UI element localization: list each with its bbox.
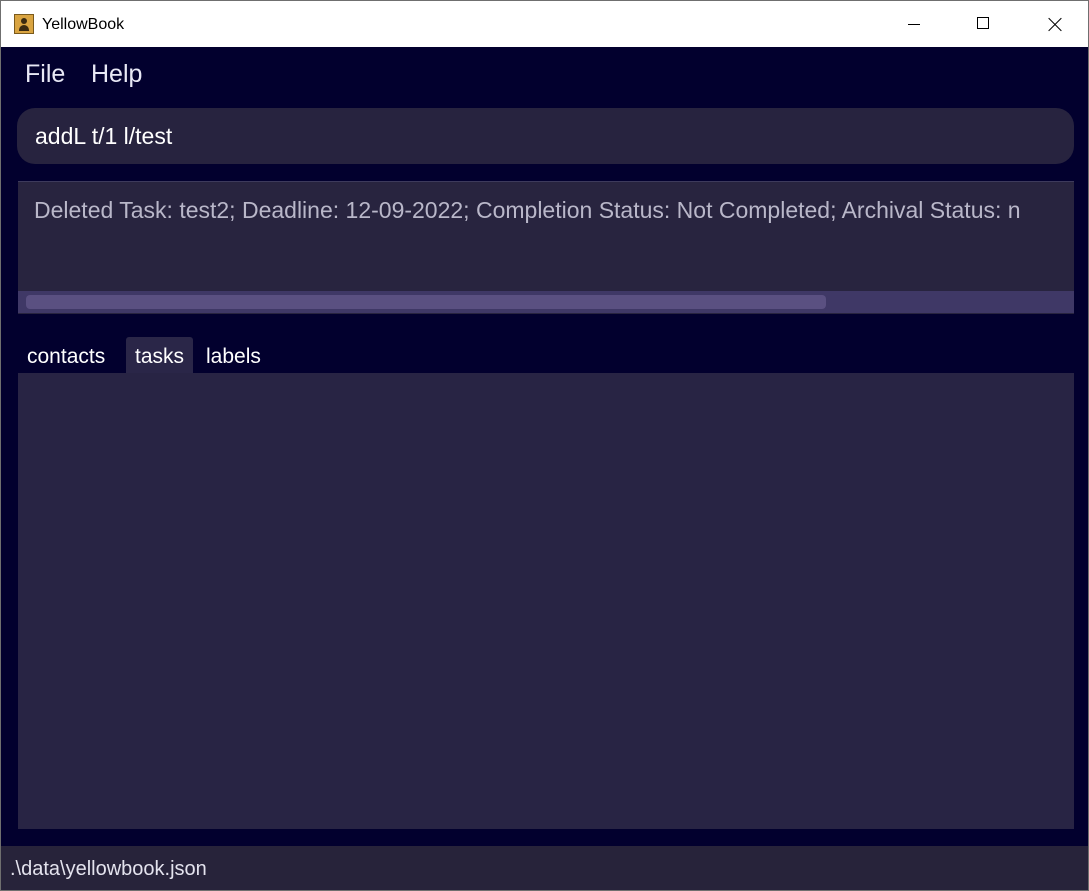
maximize-button[interactable]	[949, 1, 1019, 47]
menu-file[interactable]: File	[25, 59, 65, 89]
command-box[interactable]: addL t/1 l/test	[17, 108, 1074, 164]
window-title: YellowBook	[42, 16, 125, 33]
command-input[interactable]: addL t/1 l/test	[35, 122, 172, 150]
menu-bar: File Help	[1, 47, 1088, 99]
result-message: Deleted Task: test2; Deadline: 12-09-202…	[34, 197, 1021, 223]
result-display: Deleted Task: test2; Deadline: 12-09-202…	[18, 181, 1074, 314]
minimize-button[interactable]	[879, 1, 949, 47]
horizontal-scrollbar[interactable]	[18, 291, 1074, 313]
app-window: YellowBook File Help addL t/1 l/test Del…	[0, 0, 1089, 891]
tab-labels[interactable]: labels	[197, 337, 270, 373]
task-list-panel	[18, 373, 1074, 829]
tab-tasks[interactable]: tasks	[126, 337, 194, 373]
save-file-path: .\data\yellowbook.json	[10, 858, 207, 880]
address-book-icon	[14, 14, 34, 34]
close-button[interactable]	[1019, 1, 1088, 47]
menu-help[interactable]: Help	[91, 59, 142, 89]
status-bar: .\data\yellowbook.json	[1, 846, 1088, 890]
tab-bar: contacts tasks labels	[18, 337, 1074, 373]
title-bar: YellowBook	[1, 1, 1088, 47]
scrollbar-thumb[interactable]	[26, 295, 826, 309]
tab-contacts[interactable]: contacts	[18, 337, 114, 373]
